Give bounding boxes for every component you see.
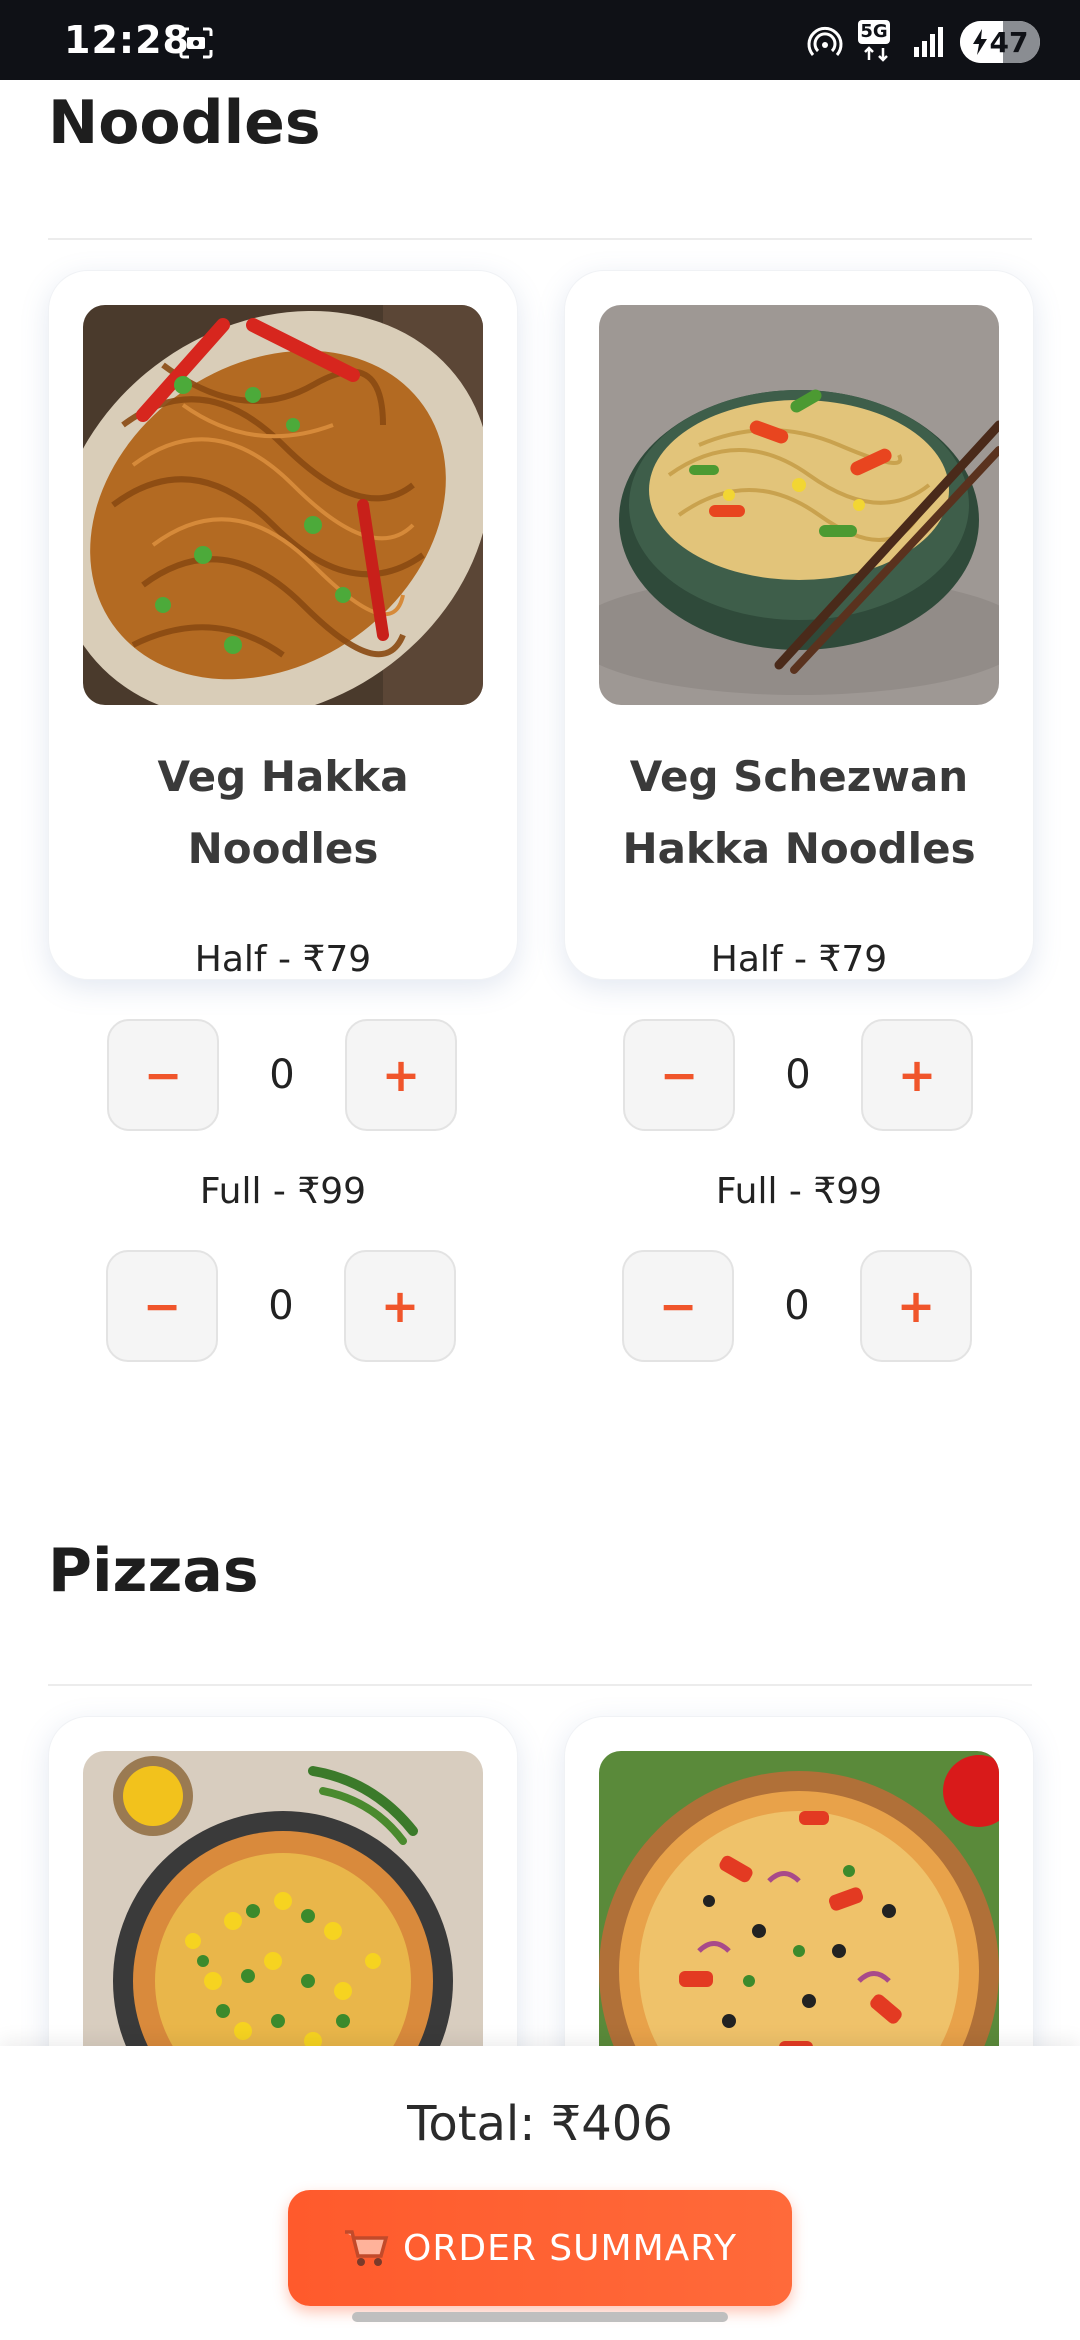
dish-image-hakka-noodles <box>83 305 483 705</box>
dish-image-schezwan-noodles <box>599 305 999 705</box>
quantity-value: 0 <box>269 1052 295 1098</box>
order-summary-button[interactable]: ORDER SUMMARY <box>288 2190 792 2306</box>
hotspot-icon <box>807 26 843 56</box>
network-5g-icon: 5G <box>858 20 898 64</box>
status-time: 12:28 <box>64 18 190 62</box>
full-quantity-stepper: − 0 + <box>622 1250 972 1362</box>
menu-card-veg-schezwan-hakka-noodles: Veg Schezwan Hakka Noodles Half - ₹79 − … <box>564 270 1034 1212</box>
increase-button[interactable]: + <box>861 1019 973 1131</box>
increase-button[interactable]: + <box>345 1019 457 1131</box>
half-price-label: Half - ₹79 <box>710 939 888 980</box>
half-quantity-stepper: − 0 + <box>107 1019 457 1131</box>
full-price-label: Full - ₹99 <box>199 1171 367 1212</box>
decrease-button[interactable]: − <box>107 1019 219 1131</box>
section-title-pizzas: Pizzas <box>48 1536 259 1606</box>
increase-button[interactable]: + <box>344 1250 456 1362</box>
home-indicator[interactable] <box>352 2312 728 2322</box>
signal-icon <box>914 27 943 57</box>
decrease-button[interactable]: − <box>622 1250 734 1362</box>
screenshot-icon <box>179 27 213 59</box>
battery-level: 47 <box>989 25 1029 59</box>
order-total: Total: ₹406 <box>407 2096 673 2152</box>
full-quantity-stepper: − 0 + <box>106 1250 456 1362</box>
section-title-noodles: Noodles <box>48 88 321 158</box>
quantity-value: 0 <box>268 1283 294 1329</box>
section-divider <box>48 238 1032 240</box>
dish-image-veg-pizza <box>599 1751 999 2081</box>
dish-image-corn-pizza <box>83 1751 483 2081</box>
decrease-button[interactable]: − <box>623 1019 735 1131</box>
full-price-label: Full - ₹99 <box>715 1171 883 1212</box>
increase-button[interactable]: + <box>860 1250 972 1362</box>
status-bar: 12:28 5G 47 <box>0 0 1080 80</box>
quantity-value: 0 <box>785 1052 811 1098</box>
order-footer: Total: ₹406 ORDER SUMMARY <box>0 2046 1080 2340</box>
half-quantity-stepper: − 0 + <box>623 1019 973 1131</box>
dish-name: Veg Schezwan Hakka Noodles <box>622 752 976 873</box>
cart-icon <box>345 2230 389 2266</box>
order-summary-label: ORDER SUMMARY <box>403 2227 737 2269</box>
decrease-button[interactable]: − <box>106 1250 218 1362</box>
section-divider <box>48 1684 1032 1686</box>
menu-card-veg-hakka-noodles: Veg Hakka Noodles Half - ₹79 − 0 + Full … <box>48 270 518 1212</box>
battery-indicator: 47 <box>960 21 1040 63</box>
half-price-label: Half - ₹79 <box>194 939 372 980</box>
dish-name: Veg Hakka Noodles <box>157 752 409 873</box>
quantity-value: 0 <box>784 1283 810 1329</box>
charging-bolt-icon <box>972 29 987 55</box>
